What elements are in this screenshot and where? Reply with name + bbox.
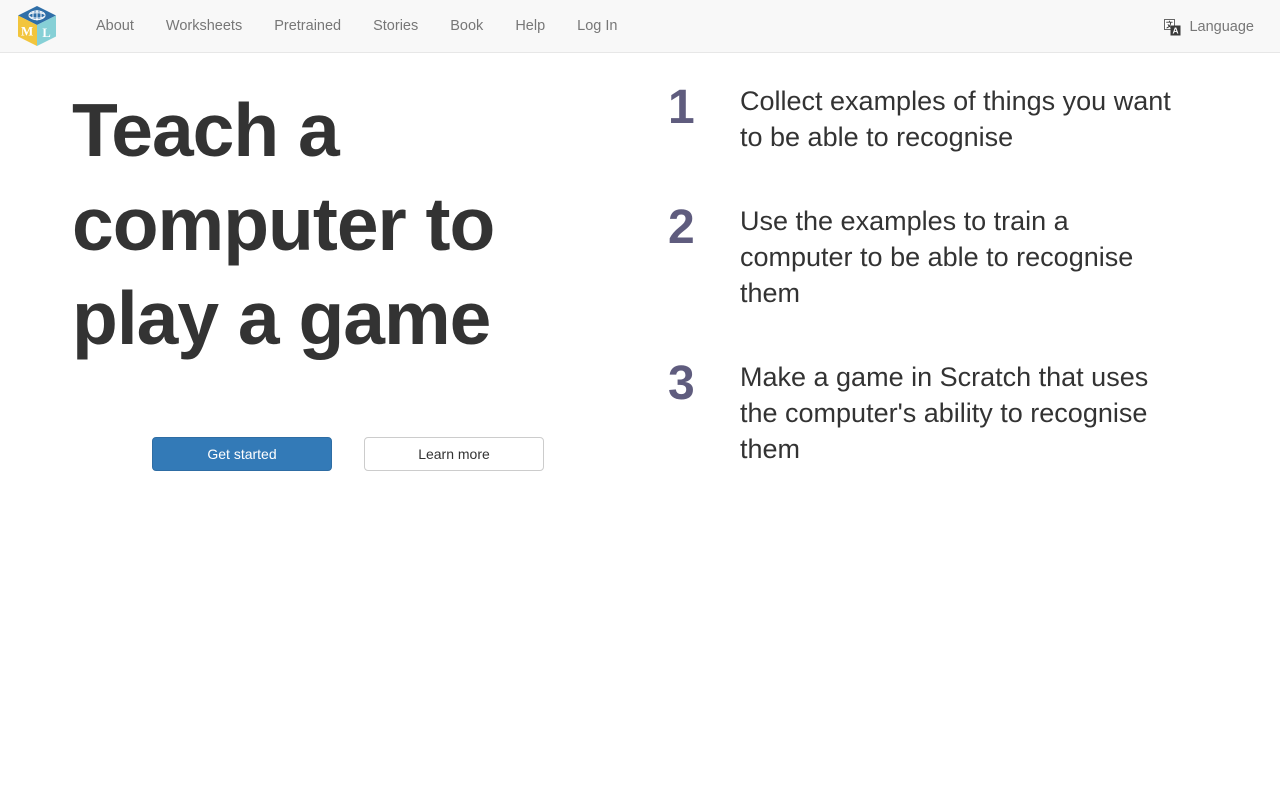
- nav-item-worksheets: Worksheets: [150, 0, 258, 52]
- step-number: 2: [668, 201, 695, 254]
- language-selector[interactable]: A Language: [1152, 1, 1266, 53]
- ml-cube-logo-icon: M L: [12, 1, 62, 51]
- steps-column: 1 Collect examples of things you want to…: [608, 83, 1280, 471]
- page-content: Teach a computer to play a game Get star…: [0, 53, 1280, 471]
- get-started-button[interactable]: Get started: [152, 437, 332, 471]
- step-description: Collect examples of things you want to b…: [740, 86, 1171, 152]
- nav-item-about: About: [80, 0, 150, 52]
- nav-link-worksheets[interactable]: Worksheets: [150, 0, 258, 52]
- step-number: 3: [668, 357, 695, 410]
- learn-more-button[interactable]: Learn more: [364, 437, 544, 471]
- svg-text:M: M: [21, 24, 33, 39]
- step-item: 3 Make a game in Scratch that uses the c…: [668, 359, 1220, 467]
- site-logo-link[interactable]: M L: [12, 1, 62, 51]
- svg-text:L: L: [42, 26, 50, 40]
- steps-list: 1 Collect examples of things you want to…: [668, 83, 1220, 467]
- page-title: Teach a computer to play a game: [72, 88, 495, 360]
- navbar-right-group: A Language: [1152, 0, 1266, 53]
- step-description: Use the examples to train a computer to …: [740, 206, 1134, 308]
- step-description: Make a game in Scratch that uses the com…: [740, 362, 1149, 464]
- nav-item-pretrained: Pretrained: [258, 0, 357, 52]
- main-navbar: M L About Worksheets Pretrained Stories …: [0, 0, 1280, 53]
- nav-item-login: Log In: [561, 0, 633, 52]
- nav-link-stories[interactable]: Stories: [357, 0, 434, 52]
- nav-link-about[interactable]: About: [80, 0, 150, 52]
- nav-item-stories: Stories: [357, 0, 434, 52]
- language-label: Language: [1189, 18, 1254, 35]
- translate-icon: A: [1164, 19, 1181, 36]
- nav-link-book[interactable]: Book: [434, 0, 499, 52]
- nav-item-help: Help: [499, 0, 561, 52]
- nav-link-pretrained[interactable]: Pretrained: [258, 0, 357, 52]
- hero-column: Teach a computer to play a game Get star…: [0, 83, 608, 471]
- nav-item-book: Book: [434, 0, 499, 52]
- nav-link-login[interactable]: Log In: [561, 0, 633, 52]
- step-item: 1 Collect examples of things you want to…: [668, 83, 1220, 155]
- step-item: 2 Use the examples to train a computer t…: [668, 203, 1220, 311]
- cta-button-row: Get started Learn more: [72, 437, 608, 471]
- svg-text:A: A: [1173, 25, 1179, 35]
- nav-link-help[interactable]: Help: [499, 0, 561, 52]
- primary-nav: About Worksheets Pretrained Stories Book…: [80, 0, 633, 52]
- step-number: 1: [668, 81, 695, 134]
